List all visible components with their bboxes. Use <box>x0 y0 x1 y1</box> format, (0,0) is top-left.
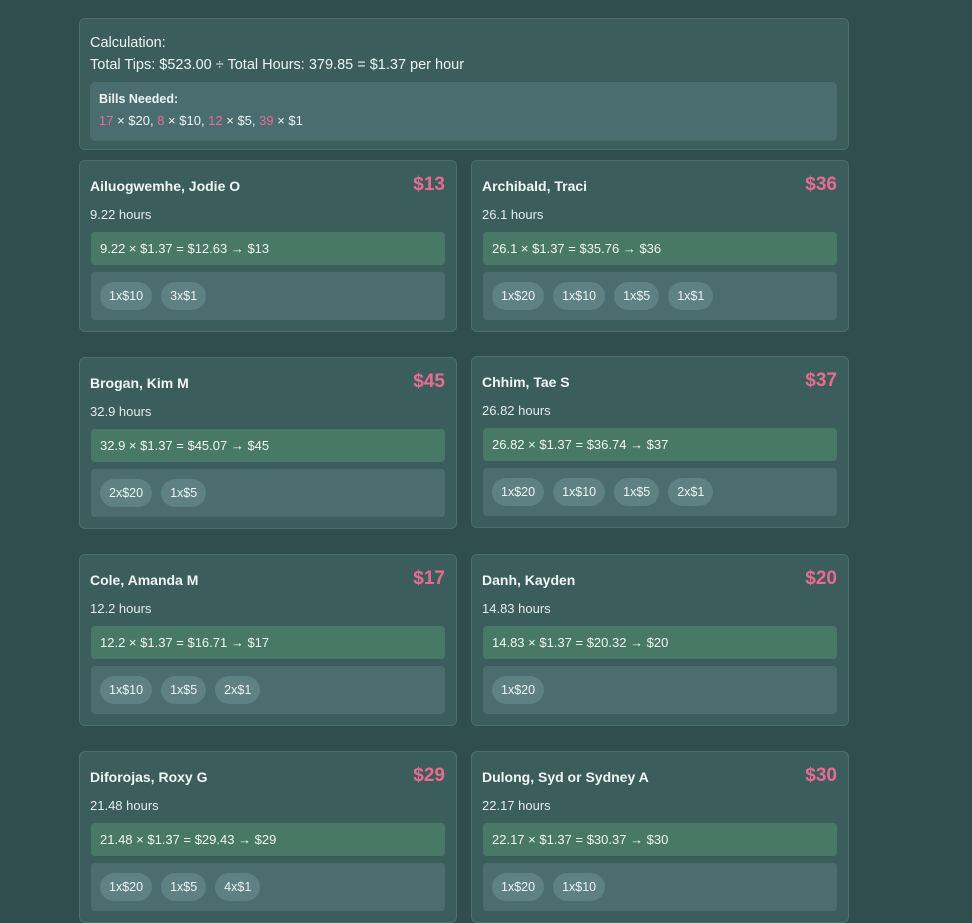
employee-card: Brogan, Kim M $45 32.9 hours 32.9 × $1.3… <box>79 357 457 529</box>
bill-denom-1: × $1 <box>273 113 303 128</box>
bill-breakdown: 1x$10 1x$5 2x$1 <box>91 666 445 714</box>
tip-amount: $30 <box>805 765 837 786</box>
tip-amount: $36 <box>805 174 837 195</box>
bill-pill: 2x$1 <box>215 676 261 704</box>
bill-pill: 2x$1 <box>668 478 714 506</box>
tip-calculation: 32.9 × $1.37 = $45.07 → $45 <box>91 429 445 462</box>
bill-count-20: 17 <box>99 113 114 128</box>
bill-pill: 1x$5 <box>161 676 207 704</box>
employee-card: Cole, Amanda M $17 12.2 hours 12.2 × $1.… <box>79 554 457 726</box>
hours-worked: 9.22 hours <box>90 207 152 222</box>
bill-pill: 1x$5 <box>161 479 207 507</box>
employee-name: Ailuogwemhe, Jodie O <box>90 178 241 194</box>
bills-needed-box: Bills Needed: 17 × $20, 8 × $10, 12 × $5… <box>90 82 837 141</box>
bill-pill: 1x$5 <box>614 282 660 310</box>
employee-name: Diforojas, Roxy G <box>90 769 208 785</box>
bill-denom-10: × $10, <box>164 113 209 128</box>
bill-pill: 1x$10 <box>100 282 153 310</box>
hours-worked: 26.1 hours <box>482 207 544 222</box>
bill-pill: 1x$20 <box>492 478 545 506</box>
tip-calculation: 22.17 × $1.37 = $30.37 → $30 <box>483 823 837 856</box>
calculation-formula: Total Tips: $523.00 ÷ Total Hours: 379.8… <box>90 57 465 73</box>
bill-breakdown: 1x$20 1x$5 4x$1 <box>91 863 445 911</box>
employee-card: Danh, Kayden $20 14.83 hours 14.83 × $1.… <box>471 554 849 726</box>
bill-pill: 2x$20 <box>100 479 153 507</box>
bill-breakdown: 1x$20 1x$10 1x$5 1x$1 <box>483 272 837 320</box>
employee-name: Danh, Kayden <box>482 572 576 588</box>
employee-card: Ailuogwemhe, Jodie O $13 9.22 hours 9.22… <box>79 160 457 332</box>
employee-card: Dulong, Syd or Sydney A $30 22.17 hours … <box>471 751 849 923</box>
bill-breakdown: 1x$10 3x$1 <box>91 272 445 320</box>
bill-count-5: 12 <box>208 113 223 128</box>
bill-pill: 1x$20 <box>492 676 545 704</box>
tip-calculation: 26.1 × $1.37 = $35.76 → $36 <box>483 232 837 265</box>
employee-name: Cole, Amanda M <box>90 572 199 588</box>
bill-denom-20: × $20, <box>113 113 158 128</box>
tip-calculation: 26.82 × $1.37 = $36.74 → $37 <box>483 428 837 461</box>
bill-count-1: 39 <box>259 113 274 128</box>
tip-amount: $37 <box>805 370 837 391</box>
bills-needed-heading: Bills Needed: <box>99 92 179 106</box>
bill-pill: 1x$20 <box>492 282 545 310</box>
bill-breakdown: 1x$20 <box>483 666 837 714</box>
bills-needed-list: 17 × $20, 8 × $10, 12 × $5, 39 × $1 <box>99 112 828 130</box>
employee-card: Chhim, Tae S $37 26.82 hours 26.82 × $1.… <box>471 356 849 528</box>
tip-amount: $20 <box>805 568 837 589</box>
employee-name: Brogan, Kim M <box>90 375 189 391</box>
bill-pill: 1x$20 <box>100 873 153 901</box>
tip-calculation: 14.83 × $1.37 = $20.32 → $20 <box>483 626 837 659</box>
employee-card: Archibald, Traci $36 26.1 hours 26.1 × $… <box>471 160 849 332</box>
employee-name: Chhim, Tae S <box>482 374 570 390</box>
bill-breakdown: 1x$20 1x$10 1x$5 2x$1 <box>483 468 837 516</box>
employee-name: Archibald, Traci <box>482 178 588 194</box>
hours-worked: 14.83 hours <box>482 601 551 616</box>
employee-card: Diforojas, Roxy G $29 21.48 hours 21.48 … <box>79 751 457 923</box>
bill-breakdown: 1x$20 1x$10 <box>483 863 837 911</box>
bill-breakdown: 2x$20 1x$5 <box>91 469 445 517</box>
tip-amount: $13 <box>413 174 445 195</box>
bill-pill: 1x$10 <box>553 478 606 506</box>
tip-calculation: 21.48 × $1.37 = $29.43 → $29 <box>91 823 445 856</box>
bill-pill: 1x$10 <box>553 873 606 901</box>
bill-pill: 1x$10 <box>100 676 153 704</box>
hours-worked: 12.2 hours <box>90 601 152 616</box>
tip-calculation: 12.2 × $1.37 = $16.71 → $17 <box>91 626 445 659</box>
bill-pill: 1x$1 <box>668 282 714 310</box>
hours-worked: 32.9 hours <box>90 404 152 419</box>
tip-amount: $29 <box>413 765 445 786</box>
calculation-summary: Calculation: Total Tips: $523.00 ÷ Total… <box>79 18 849 150</box>
bill-pill: 1x$5 <box>161 873 207 901</box>
tip-amount: $17 <box>413 568 445 589</box>
hours-worked: 26.82 hours <box>482 403 551 418</box>
hours-worked: 21.48 hours <box>90 798 159 813</box>
tip-calculation: 9.22 × $1.37 = $12.63 → $13 <box>91 232 445 265</box>
bill-pill: 1x$10 <box>553 282 606 310</box>
bill-denom-5: × $5, <box>222 113 260 128</box>
calculation-label: Calculation: <box>90 35 166 51</box>
hours-worked: 22.17 hours <box>482 798 551 813</box>
bill-pill: 1x$20 <box>492 873 545 901</box>
tip-amount: $45 <box>413 371 445 392</box>
employee-name: Dulong, Syd or Sydney A <box>482 769 649 785</box>
bill-pill: 1x$5 <box>614 478 660 506</box>
bill-pill: 4x$1 <box>215 873 261 901</box>
bill-pill: 3x$1 <box>161 282 207 310</box>
